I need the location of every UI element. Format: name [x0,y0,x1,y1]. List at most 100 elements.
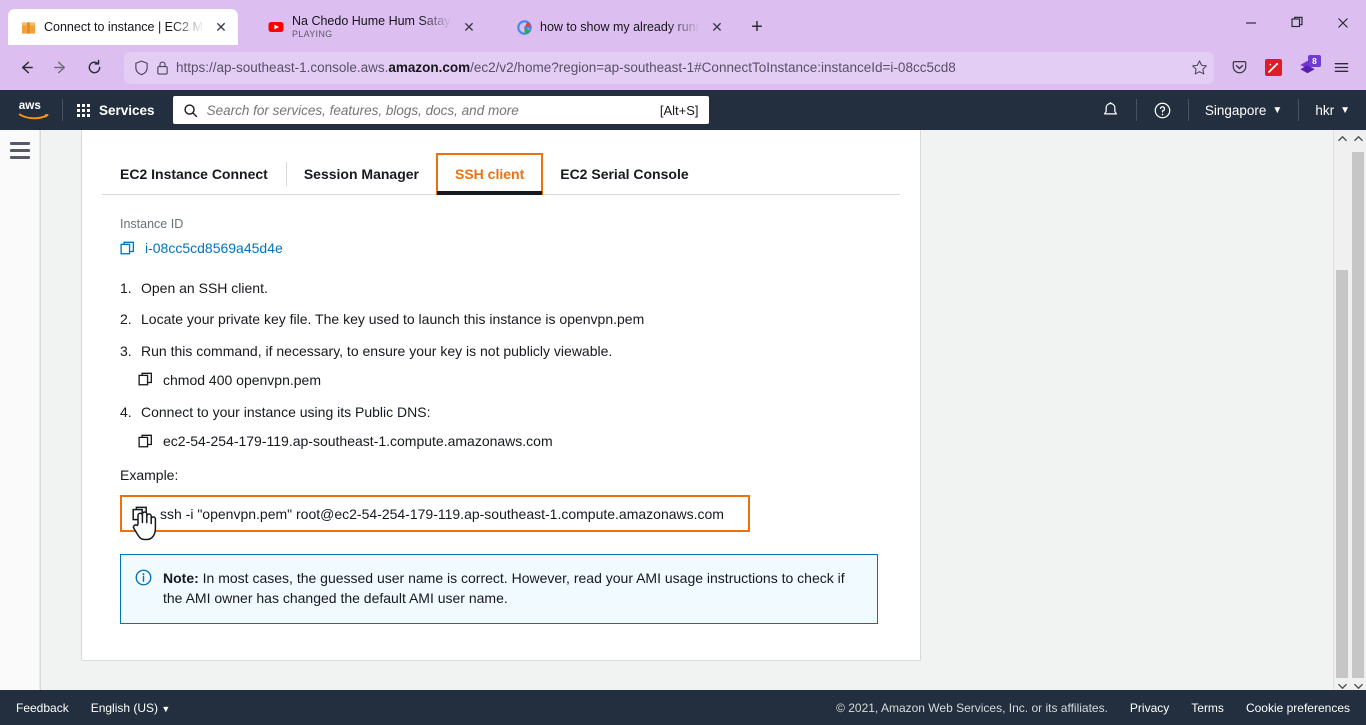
browser-toolbar-icons: 8 [1224,53,1356,83]
language-label: English (US) [90,700,159,715]
language-selector[interactable]: English (US) ▼ [91,701,171,715]
browser-tab-1-close-icon[interactable]: ✕ [460,18,478,36]
search-input[interactable] [206,102,651,118]
footer-left-group: Feedback English (US) ▼ [16,701,170,715]
instance-id-label: Instance ID [120,217,184,231]
content-column: EC2 Instance Connect Session Manager SSH… [40,130,1366,695]
page-scrollbar-thumb[interactable] [1352,152,1364,678]
tab-ec2-instance-connect[interactable]: EC2 Instance Connect [102,154,286,194]
copy-icon[interactable] [120,241,135,256]
sidebar-toggle-icon[interactable] [9,142,30,695]
tab-ssh-client[interactable]: SSH client [435,153,544,195]
tab-session-manager[interactable]: Session Manager [285,154,437,194]
window-controls [1228,0,1366,45]
browser-tabstrip: Connect to instance | EC2 Mana ✕ Na Ched… [0,0,1366,45]
browser-tab-1-title: Na Chedo Hume Hum Sataye H [292,14,452,28]
extension-purple-icon[interactable]: 8 [1292,53,1322,83]
step-1: Open an SSH client. [120,278,268,299]
browser-tab-2-close-icon[interactable]: ✕ [708,18,726,36]
inner-scrollbar-thumb[interactable] [1336,270,1348,678]
connect-method-tabs: EC2 Instance Connect Session Manager SSH… [102,153,900,195]
url-text[interactable]: https://ap-southeast-1.console.aws.amazo… [176,60,1184,75]
browser-tab-1-titlewrap: Na Chedo Hume Hum Sataye H PLAYING [292,14,452,40]
tab-ec2-serial-console[interactable]: EC2 Serial Console [542,154,706,194]
feedback-link[interactable]: Feedback [16,701,69,715]
console-page: EC2 Instance Connect Session Manager SSH… [0,130,1366,695]
browser-tab-1[interactable]: Na Chedo Hume Hum Sataye H PLAYING ✕ [256,9,486,45]
card-bottom-spacer [120,624,900,660]
services-label: Services [99,102,155,118]
info-circle-icon [135,568,152,609]
browser-tab-0-close-icon[interactable]: ✕ [212,18,230,36]
cookie-preferences-link[interactable]: Cookie preferences [1246,701,1350,715]
browser-chrome: Connect to instance | EC2 Mana ✕ Na Ched… [0,0,1366,90]
copy-icon[interactable] [132,506,148,522]
padlock-icon[interactable] [156,60,169,76]
copy-icon[interactable] [138,372,153,387]
example-command-text[interactable]: ssh -i "openvpn.pem" root@ec2-54-254-179… [160,506,724,522]
example-command-box[interactable]: ssh -i "openvpn.pem" root@ec2-54-254-179… [120,495,750,541]
chevron-down-icon: ▼ [161,703,171,714]
window-close-button[interactable] [1320,0,1366,45]
aws-console-footer: Feedback English (US) ▼ © 2021, Amazon W… [0,690,1366,725]
note-text: Note: In most cases, the guessed user na… [163,568,863,609]
example-label: Example: [120,467,179,484]
search-shortcut-hint: [Alt+S] [659,102,699,118]
app-menu-icon[interactable] [1326,53,1356,83]
account-menu[interactable]: hkr ▼ [1299,90,1366,130]
region-selector[interactable]: Singapore ▼ [1189,90,1298,130]
url-prefix: https://ap-southeast-1.console.aws. [176,60,389,75]
notifications-bell-icon[interactable] [1085,90,1136,130]
new-tab-button[interactable]: + [742,12,772,42]
url-path: /ec2/v2/home?region=ap-southeast-1#Conne… [470,60,956,75]
chmod-command-text[interactable]: chmod 400 openvpn.pem [163,372,321,388]
page-scrollbar-up-arrow[interactable] [1350,130,1366,147]
browser-tab-2-titlewrap: how to show my already runnin [540,20,700,35]
aws-search-box[interactable]: [Alt+S] [172,96,709,124]
instance-id-value[interactable]: i-08cc5cd8569a45d4e [145,240,283,256]
page-scrollbar[interactable] [1350,130,1366,695]
help-circle-icon[interactable] [1137,90,1188,130]
header-right-group: Singapore ▼ hkr ▼ [1085,90,1366,130]
url-host: amazon.com [388,60,471,75]
extension-magicwand-icon[interactable] [1258,53,1288,83]
window-minimize-button[interactable] [1228,0,1274,45]
inner-scrollbar[interactable] [1333,130,1350,695]
ssh-steps-list: Open an SSH client. Locate your private … [120,278,900,361]
ssh-client-panel: Instance ID i-08cc5cd8569a45d4e Open an … [102,195,900,660]
url-bar[interactable]: https://ap-southeast-1.console.aws.amazo… [124,51,1214,84]
browser-tab-0-title: Connect to instance | EC2 Mana [44,19,204,34]
copy-icon[interactable] [138,434,153,449]
privacy-link[interactable]: Privacy [1130,701,1169,715]
pocket-icon[interactable] [1224,53,1254,83]
browser-navbar: https://ap-southeast-1.console.aws.amazo… [0,45,1366,90]
browser-tab-1-status: PLAYING [292,29,333,39]
footer-right-group: © 2021, Amazon Web Services, Inc. or its… [836,701,1350,715]
public-dns-text[interactable]: ec2-54-254-179-119.ap-southeast-1.comput… [163,433,553,449]
star-icon[interactable] [1191,59,1208,76]
region-label: Singapore [1204,102,1267,118]
browser-tab-2[interactable]: how to show my already runnin ✕ [504,9,734,45]
note-callout: Note: In most cases, the guessed user na… [120,554,878,624]
back-button[interactable] [10,52,42,84]
chevron-down-icon: ▼ [1272,104,1283,116]
google-icon [516,19,532,35]
instance-id-row: i-08cc5cd8569a45d4e [120,240,900,256]
left-navigation-rail [0,130,40,695]
services-menu-button[interactable]: Services [63,90,169,130]
browser-tab-0[interactable]: Connect to instance | EC2 Mana ✕ [8,9,238,45]
aws-box-icon [20,19,36,35]
youtube-icon [268,19,284,35]
chmod-command-row: chmod 400 openvpn.pem [138,372,900,388]
shield-icon[interactable] [134,60,149,76]
window-maximize-button[interactable] [1274,0,1320,45]
connect-to-instance-card: EC2 Instance Connect Session Manager SSH… [81,130,921,661]
reload-button[interactable] [78,52,110,84]
step-4: Connect to your instance using its Publi… [120,402,431,423]
inner-scrollbar-up-arrow[interactable] [1334,130,1350,147]
forward-button[interactable] [44,52,76,84]
aws-logo[interactable]: aws [14,98,56,122]
step-2: Locate your private key file. The key us… [120,309,645,330]
terms-link[interactable]: Terms [1191,701,1224,715]
step-3: Run this command, if necessary, to ensur… [120,341,613,362]
